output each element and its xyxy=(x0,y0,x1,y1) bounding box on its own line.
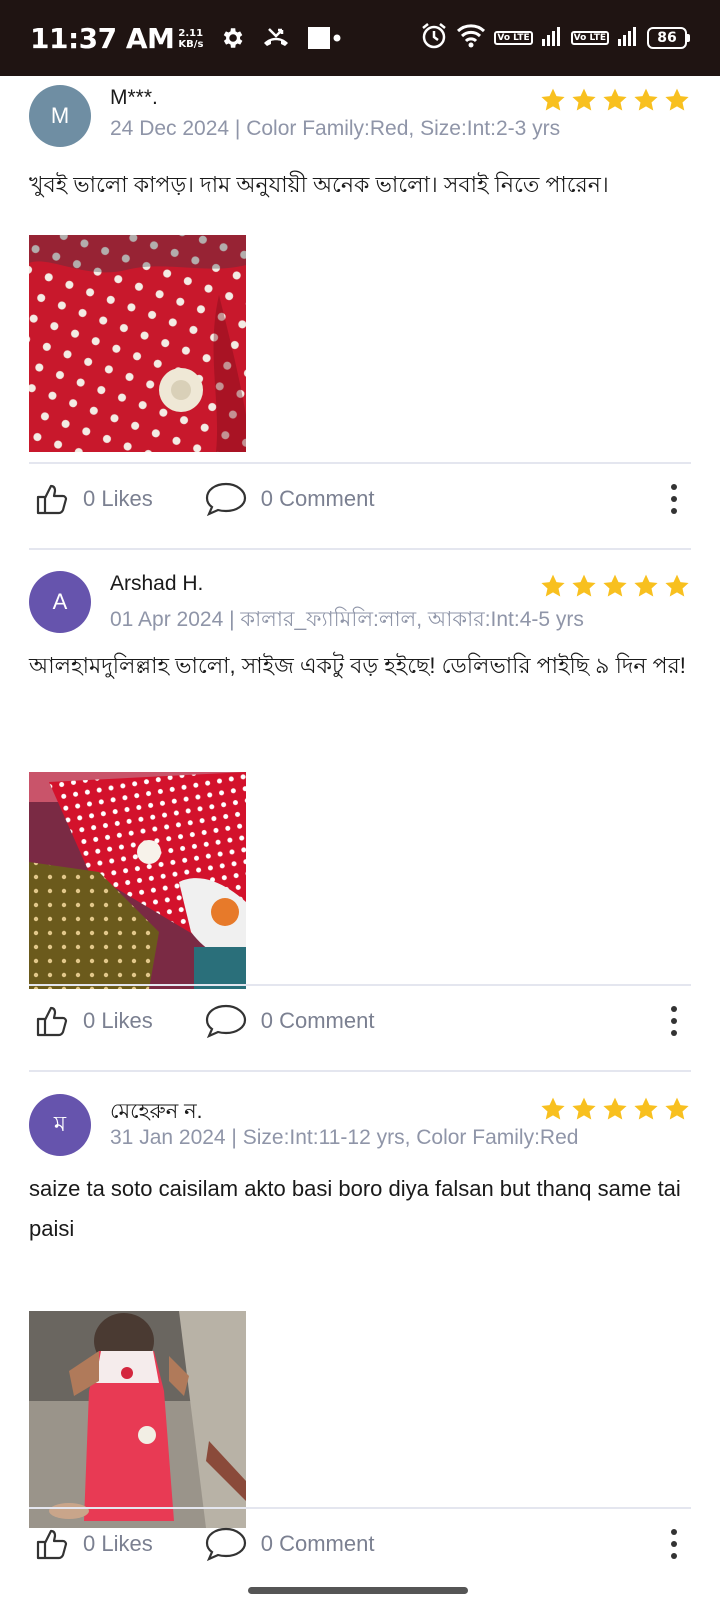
reviewer-name: Arshad H. xyxy=(110,572,204,595)
comment-bubble-icon xyxy=(205,1527,246,1562)
notification-square-icon xyxy=(307,25,341,51)
star-icon xyxy=(541,574,565,597)
review-actions: 0 Likes 0 Comment xyxy=(29,996,691,1046)
star-icon xyxy=(572,88,596,111)
more-options-icon[interactable] xyxy=(669,1006,679,1036)
comment-button[interactable]: 0 Comment xyxy=(205,1003,375,1039)
volte-badge: Vo LTE xyxy=(494,31,533,45)
more-options-icon[interactable] xyxy=(669,1529,679,1559)
review-photo[interactable] xyxy=(29,772,246,989)
comment-count: 0 Comment xyxy=(260,486,375,511)
like-count: 0 Likes xyxy=(83,1531,153,1556)
star-icon xyxy=(634,88,658,111)
avatar: M xyxy=(29,85,91,147)
wifi-icon xyxy=(456,23,486,53)
review-meta: 24 Dec 2024 | Color Family:Red, Size:Int… xyxy=(110,117,561,140)
like-count: 0 Likes xyxy=(83,486,153,511)
star-rating xyxy=(540,1096,690,1122)
like-count: 0 Likes xyxy=(83,1008,153,1033)
comment-count: 0 Comment xyxy=(260,1531,375,1556)
reviewer-name: মেহেরুন ন. xyxy=(110,1100,203,1123)
star-icon xyxy=(634,1097,658,1120)
divider xyxy=(29,1070,691,1072)
review-photo[interactable] xyxy=(29,235,246,452)
signal-icon xyxy=(541,25,563,51)
review-text: আলহামদুলিল্লাহ ভালো, সাইজ একটু বড় হইছে!… xyxy=(29,653,686,678)
alarm-icon xyxy=(420,22,448,54)
volte-badge-2: Vo LTE xyxy=(570,31,609,45)
star-icon xyxy=(603,574,627,597)
review-text: saize ta soto caisilam akto basi boro di… xyxy=(29,1176,681,1241)
network-speed: 2.11 KB/s xyxy=(178,28,204,50)
divider xyxy=(29,1507,691,1509)
review-photo[interactable] xyxy=(29,1311,246,1528)
star-icon xyxy=(665,1097,689,1120)
comment-count: 0 Comment xyxy=(260,1008,375,1033)
avatar: A xyxy=(29,571,91,633)
review-actions: 0 Likes 0 Comment xyxy=(29,1519,691,1569)
comment-button[interactable]: 0 Comment xyxy=(205,481,375,517)
comment-bubble-icon xyxy=(205,482,246,517)
thumbs-up-icon xyxy=(36,484,68,515)
divider xyxy=(29,462,691,464)
star-icon xyxy=(603,1097,627,1120)
divider xyxy=(29,548,691,550)
star-icon xyxy=(665,574,689,597)
star-icon xyxy=(541,88,565,111)
missed-call-icon xyxy=(261,25,291,51)
thumbs-up-icon xyxy=(36,1006,68,1037)
signal-icon-2 xyxy=(617,25,639,51)
star-icon xyxy=(603,88,627,111)
star-rating xyxy=(540,87,690,113)
star-icon xyxy=(541,1097,565,1120)
gear-icon xyxy=(219,25,245,51)
reviewer-name: M***. xyxy=(110,86,158,109)
divider xyxy=(29,984,691,986)
clock: 11:37 AM xyxy=(30,21,175,55)
star-rating xyxy=(540,573,690,599)
more-options-icon[interactable] xyxy=(669,484,679,514)
status-bar: 11:37 AM 2.11 KB/s Vo LTE Vo LTE 86 xyxy=(0,0,720,76)
star-icon xyxy=(572,1097,596,1120)
thumbs-up-icon xyxy=(36,1529,68,1560)
comment-button[interactable]: 0 Comment xyxy=(205,1526,375,1562)
comment-bubble-icon xyxy=(205,1004,246,1039)
star-icon xyxy=(572,574,596,597)
review-actions: 0 Likes 0 Comment xyxy=(29,474,691,524)
gesture-home-bar[interactable] xyxy=(248,1587,468,1594)
like-button[interactable]: 0 Likes xyxy=(35,1004,153,1038)
review-text: খুবই ভালো কাপড়। দাম অনুযায়ী অনেক ভালো।… xyxy=(29,172,609,197)
review-meta: 01 Apr 2024 | কালার_ফ্যামিলি:লাল, আকার:I… xyxy=(110,608,584,631)
battery-icon: 86 xyxy=(647,27,690,49)
avatar: ম xyxy=(29,1094,91,1156)
star-icon xyxy=(665,88,689,111)
like-button[interactable]: 0 Likes xyxy=(35,1527,153,1561)
like-button[interactable]: 0 Likes xyxy=(35,482,153,516)
review-meta: 31 Jan 2024 | Size:Int:11-12 yrs, Color … xyxy=(110,1126,579,1149)
star-icon xyxy=(634,574,658,597)
